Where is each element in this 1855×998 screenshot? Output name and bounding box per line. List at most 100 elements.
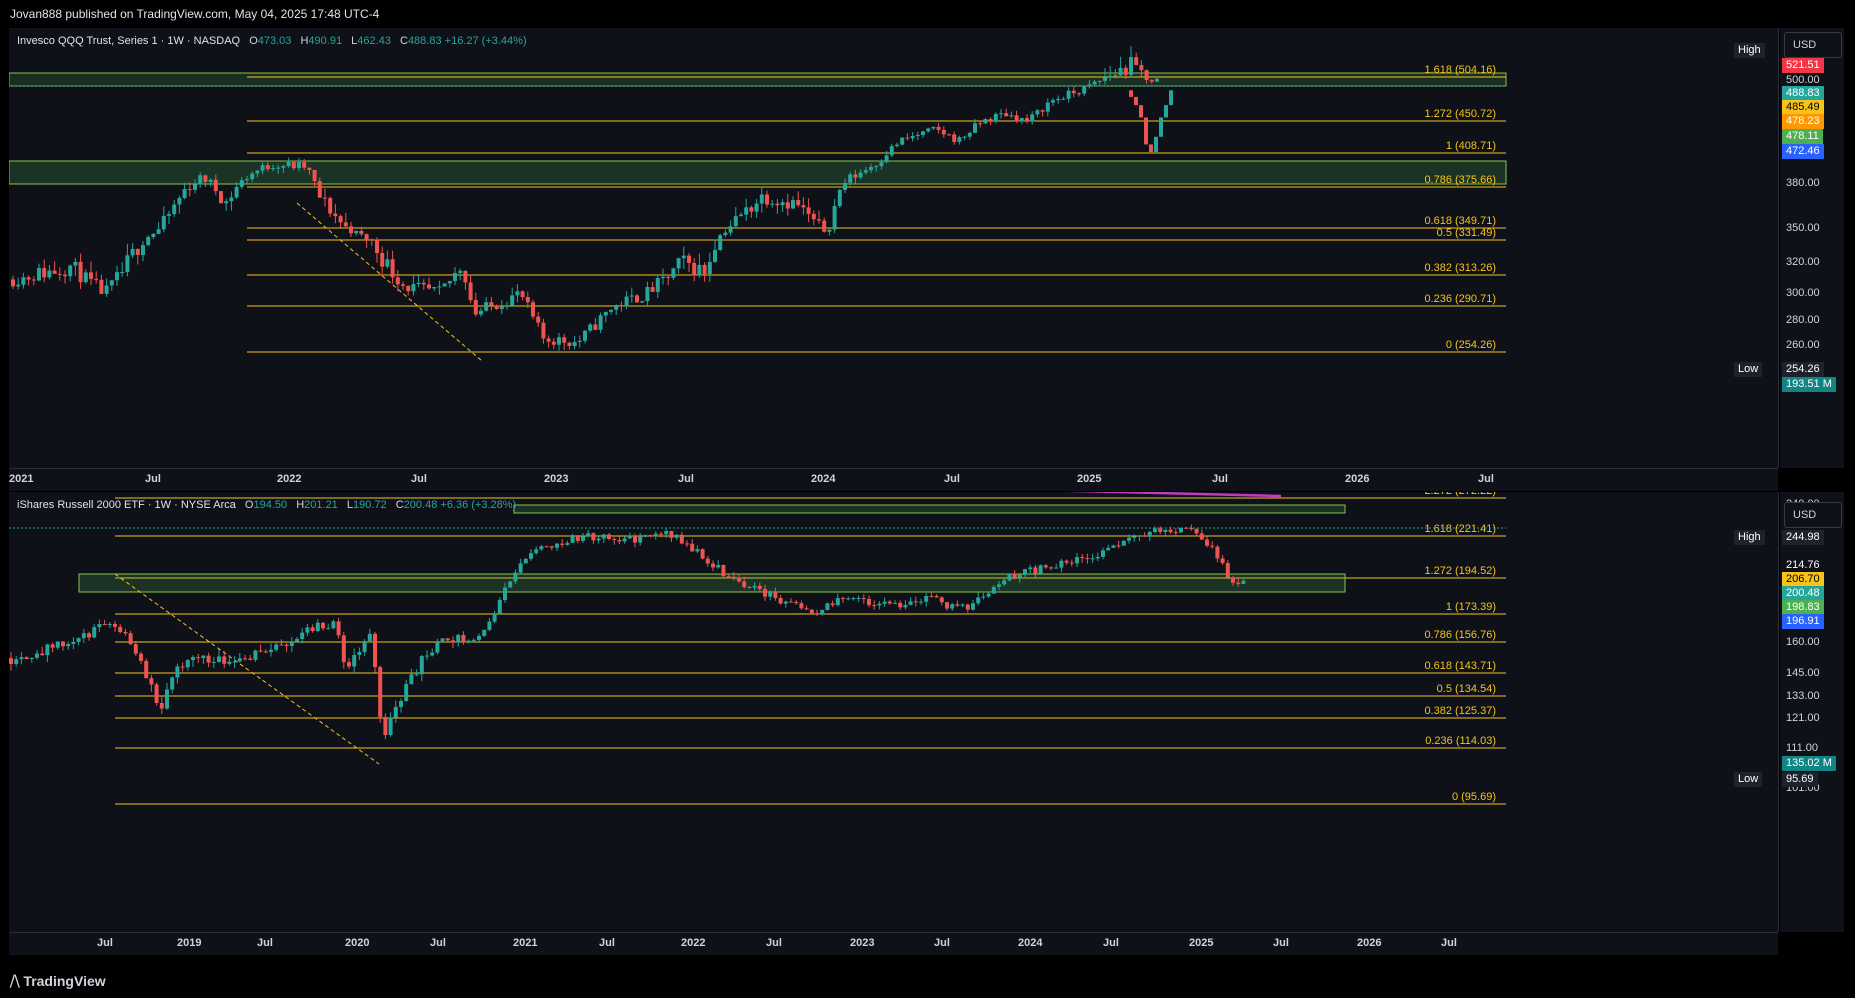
qqq-time-label: 2023 [544, 473, 569, 485]
iwm-candle-body [1132, 536, 1137, 538]
iwm-chart-pane[interactable]: 2.272 (272.22) 1.618 (221.41) 1.272 (194.5… [9, 492, 1779, 932]
iwm-candle-body [211, 661, 216, 663]
qqq-close-label: C [399, 35, 408, 47]
iwm-symbol-title[interactable]: iShares Russell 2000 ETF · 1W · NYSE Arc… [17, 499, 236, 511]
qqq-time-label: Jul [411, 473, 427, 485]
qqq-price-tick: 350.00 [1786, 221, 1820, 234]
iwm-currency-button[interactable]: USD [1784, 502, 1842, 528]
iwm-candle-body [1147, 531, 1152, 537]
iwm-candle-body [9, 658, 13, 664]
qqq-candle-body [11, 279, 15, 287]
iwm-candle-body [102, 624, 107, 626]
qqq-candle-body [380, 253, 385, 267]
qqq-candle-body [312, 169, 317, 182]
qqq-chart-pane[interactable]: 1.618 (504.16) 1.272 (450.72) 1 (408.71) 0.… [9, 28, 1779, 468]
iwm-candle-body [1075, 557, 1079, 564]
qqq-candle-body [489, 302, 494, 306]
qqq-price-plot[interactable]: 1.618 (504.16) 1.272 (450.72) 1 (408.71) 0.… [9, 28, 1778, 468]
qqq-candle-body [1144, 70, 1149, 81]
qqq-candle-body [702, 264, 707, 274]
iwm-price-tag: 214.76 [1782, 558, 1824, 573]
iwm-candle-body [877, 603, 882, 606]
qqq-price-tick: 320.00 [1786, 256, 1820, 269]
qqq-candle-body [1134, 57, 1139, 66]
qqq-time-axis[interactable]: 2021 Jul 2022 Jul 2023 Jul 2024 Jul 2025 Jul 2026 J… [9, 468, 1778, 491]
iwm-candle-body [815, 613, 819, 615]
qqq-candle-body [1009, 115, 1014, 117]
iwm-candle-body [908, 601, 913, 605]
qqq-candle-body [1071, 90, 1076, 94]
qqq-time-label: Jul [1212, 473, 1228, 485]
qqq-candle-body [73, 261, 78, 266]
qqq-candle-body [723, 232, 728, 236]
qqq-candle-body [172, 204, 177, 215]
qqq-time-label: 2025 [1077, 473, 1102, 485]
qqq-candle-body [224, 201, 229, 204]
iwm-candle-body [653, 533, 658, 537]
iwm-candle-body [919, 601, 923, 603]
iwm-candle-body [591, 533, 596, 541]
qqq-candle-body [889, 146, 894, 156]
iwm-time-label: Jul [934, 937, 950, 949]
qqq-candle-body [957, 137, 962, 142]
qqq-currency-button[interactable]: USD [1784, 32, 1842, 58]
qqq-candle-body [385, 259, 390, 267]
iwm-candle-body [685, 543, 689, 545]
qqq-candle-body [1035, 110, 1040, 115]
iwm-candle-body [799, 603, 804, 609]
iwm-candle-body [794, 601, 799, 604]
qqq-candle-body [1139, 65, 1144, 71]
qqq-candle-body [801, 205, 806, 208]
qqq-candle-body [915, 135, 920, 137]
iwm-candle-body [695, 549, 700, 552]
iwm-time-axis[interactable]: Jul 2019 Jul 2020 Jul 2021 Jul 2022 Jul 2023 Jul 20… [9, 932, 1778, 955]
iwm-candle-body [139, 653, 143, 661]
qqq-candle-body [531, 302, 535, 317]
iwm-candle-body [222, 656, 227, 664]
iwm-time-label: Jul [1273, 937, 1289, 949]
iwm-close-label: C [395, 499, 404, 511]
iwm-candle-body [939, 597, 944, 603]
iwm-candle-body [768, 591, 773, 597]
iwm-candle-body [165, 689, 169, 709]
qqq-candle-body [1149, 144, 1153, 153]
iwm-candle-body [986, 593, 991, 597]
iwm-candle-body [976, 597, 981, 604]
qqq-candle-body [416, 282, 421, 285]
iwm-high-value: 201.21 [304, 499, 338, 511]
iwm-candle-body [284, 644, 289, 647]
qqq-candle-body [213, 179, 218, 192]
qqq-candle-body [770, 203, 775, 205]
iwm-candle-body [1168, 529, 1173, 533]
iwm-candle-body [1012, 573, 1017, 578]
qqq-price-tick: 380.00 [1786, 176, 1820, 189]
qqq-symbol-title[interactable]: Invesco QQQ Trust, Series 1 · 1W · NASDA… [17, 35, 240, 47]
iwm-candle-body [477, 635, 481, 640]
qqq-candle-body [577, 340, 582, 343]
qqq-candle-body [1123, 67, 1128, 75]
qqq-candle-body [962, 136, 967, 138]
tradingview-logo[interactable]: ⧸⧹ TradingView [10, 973, 106, 990]
iwm-candle-body [1127, 537, 1131, 541]
qqq-candle-body [156, 229, 161, 234]
qqq-candle-body [250, 173, 255, 180]
iwm-candle-body [737, 577, 741, 582]
iwm-candle-body [997, 584, 1001, 587]
iwm-candle-body [1215, 546, 1220, 559]
qqq-candle-body [63, 274, 67, 277]
iwm-price-plot[interactable]: 2.272 (272.22) 1.618 (221.41) 1.272 (194.5… [9, 492, 1778, 932]
qqq-candle-body [728, 226, 733, 233]
iwm-time-label: Jul [430, 937, 446, 949]
iwm-candle-body [367, 633, 372, 642]
iwm-candle-body [1028, 567, 1033, 570]
qqq-candle-body [1004, 113, 1009, 117]
qqq-candle-body [473, 300, 478, 315]
qqq-candle-body [1014, 115, 1019, 122]
iwm-candle-body [14, 659, 19, 664]
qqq-candle-body [510, 295, 515, 306]
qqq-fib-label: 0.786 (375.66) [1424, 174, 1496, 186]
iwm-candle-body [898, 602, 903, 608]
iwm-fib-label: 0 (95.69) [1452, 791, 1496, 803]
iwm-candle-body [627, 535, 632, 539]
qqq-candle-body [863, 170, 868, 173]
